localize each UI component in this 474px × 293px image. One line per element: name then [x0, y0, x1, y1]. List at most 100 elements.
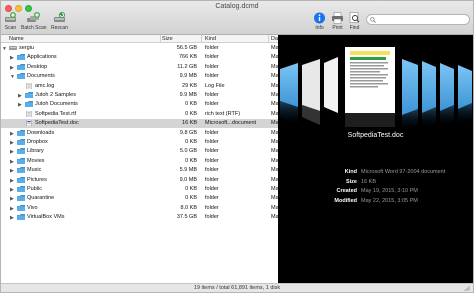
- row-kind: folder: [205, 73, 219, 80]
- folder-thumbnail-right-2: [422, 61, 436, 129]
- row-kind: rich text (RTF): [205, 110, 241, 117]
- tree-row[interactable]: ▶ Library 5.0 GB folder Ma: [1, 147, 278, 156]
- info-value: May 22, 2015, 3:05 PM: [361, 197, 418, 204]
- row-date: Ma: [271, 157, 278, 164]
- row-name: Library: [27, 148, 44, 155]
- row-name: Dropbox: [27, 139, 48, 145]
- row-date: Ma: [271, 101, 278, 108]
- document-thumbnail-left-3: [324, 57, 338, 113]
- disclosure-closed-icon[interactable]: ▶: [10, 149, 14, 155]
- folder-icon: [17, 204, 25, 211]
- scan-label: Scan: [4, 25, 17, 31]
- disclosure-closed-icon[interactable]: ▶: [10, 206, 14, 212]
- resize-grip-icon[interactable]: [464, 286, 470, 291]
- row-name: Jutoh Documents: [35, 101, 78, 108]
- document-thumbnail-left-2: [302, 59, 320, 125]
- row-name: Downloads: [27, 129, 55, 136]
- scan-button[interactable]: Scan: [4, 12, 17, 31]
- tree-row[interactable]: ▶ Pictures 9.0 MB folder Ma: [1, 176, 278, 185]
- row-kind: folder: [205, 129, 219, 136]
- disclosure-closed-icon[interactable]: ▶: [18, 93, 22, 99]
- folder-icon: [17, 214, 25, 221]
- tree-row[interactable]: ▶ Dropbox 0 KB folder Ma: [1, 138, 278, 147]
- tree-row[interactable]: ▶ Movies 0 KB folder Ma: [1, 157, 278, 166]
- folder-thumbnail-left-1: [280, 63, 298, 127]
- row-kind: folder: [205, 195, 219, 202]
- folder-thumbnail-right-4: [458, 65, 472, 125]
- disclosure-closed-icon[interactable]: ▶: [10, 65, 14, 71]
- date-column-header[interactable]: Da: [271, 36, 278, 42]
- disclosure-open-icon[interactable]: ▼: [10, 74, 15, 80]
- folder-icon: [17, 167, 25, 174]
- folder-icon: [17, 157, 25, 164]
- size-column-header[interactable]: Size: [162, 36, 173, 42]
- row-size: 766 KB: [178, 54, 197, 61]
- row-kind: folder: [205, 148, 219, 155]
- tree-row[interactable]: ▶ Downloads 9.8 GB folder Ma: [1, 129, 278, 138]
- tree-row[interactable]: Softpedia Test.rtf 0 KB rich text (RTF) Ma: [1, 110, 278, 119]
- folder-thumbnail-right-1: [402, 59, 418, 131]
- row-kind: folder: [205, 176, 219, 183]
- info-row-size: Size 16 KB: [278, 179, 473, 188]
- print-button[interactable]: Print: [331, 12, 344, 31]
- row-size: 0 KB: [185, 110, 197, 117]
- batch-scan-label: Batch Scan: [21, 25, 47, 31]
- disclosure-closed-icon[interactable]: ▶: [10, 140, 14, 146]
- document-thumbnail-selected: [345, 47, 395, 127]
- row-name: Documents: [27, 73, 55, 80]
- disclosure-closed-icon[interactable]: ▶: [10, 187, 14, 193]
- tree-row[interactable]: ▶ Quarantine 0 KB folder Ma: [1, 194, 278, 203]
- tree-row[interactable]: ▼ sergiu 56.5 GB folder Ma: [1, 44, 278, 53]
- row-date: Ma: [271, 63, 278, 70]
- disclosure-closed-icon[interactable]: ▶: [10, 159, 14, 165]
- row-size: 29 KB: [182, 82, 197, 89]
- folder-icon: [17, 129, 25, 136]
- tree-row[interactable]: amc.log 29 KB Log File Ma: [1, 82, 278, 91]
- info-key: Created: [336, 188, 357, 194]
- tree-row[interactable]: ▼ Documents 9.9 MB folder Ma: [1, 72, 278, 81]
- tree-row[interactable]: ▶ Jutoh 2 Samples 9.9 MB folder Ma: [1, 91, 278, 100]
- info-value: May 19, 2015, 3:10 PM: [361, 188, 418, 194]
- search-input[interactable]: [378, 15, 466, 24]
- file-tree[interactable]: Name Size Kind Da ▼ sergiu 56.5 GB folder Ma…: [1, 35, 278, 283]
- row-size: 0 KB: [185, 186, 197, 192]
- tree-row[interactable]: ▶ VirtualBox VMs 37.5 GB folder Ma: [1, 213, 278, 222]
- name-column-header[interactable]: Name: [9, 36, 24, 42]
- disclosure-closed-icon[interactable]: ▶: [10, 196, 14, 202]
- row-kind: Log File: [205, 82, 225, 89]
- search-field[interactable]: [366, 14, 470, 25]
- kind-column-header[interactable]: Kind: [205, 36, 216, 42]
- disclosure-open-icon[interactable]: ▼: [2, 46, 7, 52]
- window-title: Catalog.dcmd: [215, 3, 259, 10]
- folder-icon: [17, 139, 25, 145]
- cover-flow[interactable]: [278, 35, 473, 165]
- batch-scan-button[interactable]: Batch Scan: [21, 12, 47, 31]
- disclosure-closed-icon[interactable]: ▶: [10, 168, 14, 174]
- folder-icon: [17, 63, 25, 70]
- disclosure-closed-icon[interactable]: ▶: [10, 131, 14, 137]
- disclosure-closed-icon[interactable]: ▶: [10, 55, 14, 61]
- info-key: Kind: [344, 169, 357, 175]
- tree-row[interactable]: ▶ Applications 766 KB folder Ma: [1, 53, 278, 62]
- find-button[interactable]: Find: [348, 12, 361, 31]
- disclosure-closed-icon[interactable]: ▶: [10, 215, 14, 221]
- tree-row[interactable]: ▶ Desktop 11.2 GB folder Ma: [1, 63, 278, 72]
- row-size: 9.0 MB: [179, 176, 197, 183]
- tree-row[interactable]: ▶ Music 5.9 MB folder Ma: [1, 166, 278, 175]
- row-kind: Microsoft...document: [205, 120, 257, 127]
- app-window: Catalog.dcmd Scan Batch Scan Rescan Info…: [0, 0, 474, 293]
- row-size: 16 KB: [182, 120, 197, 127]
- print-label: Print: [332, 25, 343, 31]
- row-name: Desktop: [27, 63, 48, 70]
- disclosure-closed-icon[interactable]: ▶: [10, 178, 14, 184]
- tree-row[interactable]: ▶ Vivo 8.0 KB folder Ma: [1, 204, 278, 213]
- tree-row[interactable]: ▶ Jutoh Documents 0 KB folder Ma: [1, 100, 278, 109]
- row-date: Ma: [271, 120, 278, 127]
- disclosure-closed-icon[interactable]: ▶: [18, 102, 22, 108]
- row-kind: folder: [205, 167, 219, 174]
- info-button[interactable]: Info: [313, 12, 326, 31]
- rescan-button[interactable]: Rescan: [51, 12, 68, 31]
- tree-row[interactable]: SoftpediaTest.doc 16 KB Microsoft...docume…: [1, 119, 278, 129]
- tree-row[interactable]: ▶ Public 0 KB folder Ma: [1, 185, 278, 194]
- row-name: Movies: [27, 157, 45, 164]
